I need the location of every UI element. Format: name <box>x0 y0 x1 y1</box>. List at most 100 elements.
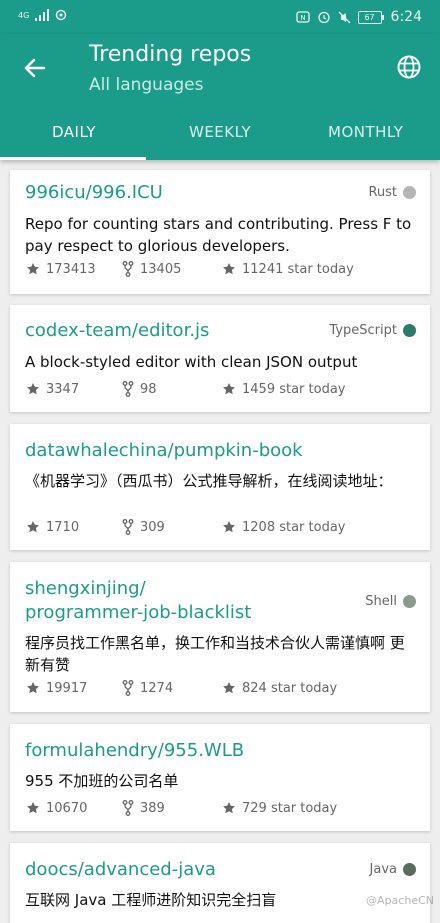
repo-language: Java <box>370 862 416 877</box>
repo-description: 955 不加班的公司名单 <box>25 772 179 790</box>
fork-icon <box>122 261 134 277</box>
language-globe-icon[interactable] <box>396 54 422 80</box>
repo-card[interactable]: doocs/advanced-java Java 互联网 Java 工程师进阶知… <box>10 843 430 923</box>
forks-stat: 389 <box>122 800 222 816</box>
repo-name[interactable]: datawhalechina/pumpkin-book <box>25 439 303 463</box>
repo-name[interactable]: 996icu/996.ICU <box>25 181 163 205</box>
nfc-icon: N <box>295 11 310 23</box>
star-icon <box>223 383 235 395</box>
repo-name[interactable]: codex-team/editor.js <box>25 319 209 343</box>
stars-count: 1710 <box>46 519 80 535</box>
hd-indicator: 4G <box>18 10 30 20</box>
star-icon <box>223 682 235 694</box>
fork-icon <box>122 800 134 816</box>
star-icon <box>27 521 39 533</box>
repo-card[interactable]: codex-team/editor.js TypeScript A block-… <box>10 305 430 412</box>
stars-stat: 1710 <box>26 520 122 535</box>
page-subtitle: All languages <box>89 75 204 95</box>
star-icon <box>223 802 235 814</box>
repo-name[interactable]: formulahendry/955.WLB <box>25 739 244 763</box>
repo-stats: 19917 1274 824 star today <box>26 680 337 696</box>
page-title: Trending repos <box>89 42 252 67</box>
repo-description: 《机器学习》（西瓜书）公式推导解析，在线阅读地址： <box>25 472 393 490</box>
repo-stats: 3347 98 1459 star today <box>26 381 346 397</box>
today-stat: 824 star today <box>222 681 337 696</box>
forks-count: 1274 <box>140 680 174 696</box>
star-icon <box>27 802 39 814</box>
period-tabs: DAILY WEEKLY MONTHLY <box>0 108 440 160</box>
fork-icon <box>122 381 134 397</box>
repo-stats: 173413 13405 11241 star today <box>26 261 354 277</box>
star-icon <box>27 383 39 395</box>
stars-today: 11241 star today <box>242 261 354 277</box>
forks-stat: 98 <box>122 381 222 397</box>
star-icon <box>27 263 39 275</box>
tab-weekly[interactable]: WEEKLY <box>189 123 251 141</box>
today-stat: 1208 star today <box>222 520 346 535</box>
stars-today: 729 star today <box>242 800 338 816</box>
forks-stat: 309 <box>122 519 222 535</box>
repo-language: TypeScript <box>329 323 416 338</box>
language-color-dot <box>403 186 416 199</box>
svg-text:N: N <box>300 14 305 22</box>
language-color-dot <box>403 595 416 608</box>
alarm-icon <box>317 11 330 24</box>
forks-count: 98 <box>140 381 157 397</box>
clock: 6:24 <box>390 9 422 25</box>
repo-card[interactable]: datawhalechina/pumpkin-book 《机器学习》（西瓜书）公… <box>10 424 430 550</box>
tab-daily[interactable]: DAILY <box>52 123 96 141</box>
status-bar: 4G N 67 6:24 <box>0 0 440 34</box>
repo-card[interactable]: 996icu/996.ICU Rust Repo for counting st… <box>10 170 430 294</box>
star-icon <box>27 682 39 694</box>
stars-today: 824 star today <box>242 680 338 696</box>
repo-name[interactable]: shengxinjing/ programmer-job-blacklist <box>25 577 251 625</box>
active-tab-indicator <box>0 157 146 160</box>
today-stat: 729 star today <box>222 801 337 816</box>
forks-count: 389 <box>140 800 165 816</box>
language-label: Java <box>369 862 397 877</box>
app-bar: Trending repos All languages DAILY WEEKL… <box>0 34 440 160</box>
repo-description: A block-styled editor with clean JSON ou… <box>25 353 358 371</box>
stars-today: 1208 star today <box>242 519 346 535</box>
repo-description: 互联网 Java 工程师进阶知识完全扫盲 <box>25 891 277 909</box>
repo-name-owner: shengxinjing/ <box>25 578 146 599</box>
signal-icon <box>35 9 50 21</box>
today-stat: 11241 star today <box>222 262 354 277</box>
star-icon <box>223 521 235 533</box>
stars-today: 1459 star today <box>242 381 346 397</box>
language-color-dot <box>403 863 416 876</box>
repo-stats: 1710 309 1208 star today <box>26 519 346 535</box>
fork-icon <box>122 519 134 535</box>
stars-count: 3347 <box>46 381 80 397</box>
language-label: Rust <box>368 185 397 200</box>
today-stat: 1459 star today <box>222 382 346 397</box>
stars-count: 19917 <box>46 680 88 696</box>
stars-stat: 10670 <box>26 801 122 816</box>
fork-icon <box>122 680 134 696</box>
stars-stat: 19917 <box>26 681 122 696</box>
repo-name[interactable]: doocs/advanced-java <box>25 858 216 882</box>
repo-name-repo: programmer-job-blacklist <box>25 602 252 623</box>
watermark: @ApacheCN <box>366 894 434 907</box>
tab-monthly[interactable]: MONTHLY <box>328 123 403 141</box>
repo-description: Repo for counting stars and contributing… <box>25 215 412 255</box>
repo-card[interactable]: shengxinjing/ programmer-job-blacklist S… <box>10 562 430 712</box>
forks-count: 13405 <box>140 261 182 277</box>
language-label: TypeScript <box>329 323 397 338</box>
repo-language: Shell <box>365 594 416 609</box>
repo-description: 程序员找工作黑名单，换工作和当技术合伙人需谨慎啊 更新有赞 <box>25 634 405 674</box>
stars-stat: 173413 <box>26 262 122 277</box>
repo-stats: 10670 389 729 star today <box>26 800 337 816</box>
sync-icon <box>56 9 67 21</box>
forks-stat: 13405 <box>122 261 222 277</box>
mute-icon <box>338 11 351 23</box>
forks-count: 309 <box>140 519 165 535</box>
repo-language: Rust <box>368 185 416 200</box>
star-icon <box>223 263 235 275</box>
battery-icon: 67 <box>357 10 384 24</box>
repo-card[interactable]: formulahendry/955.WLB 955 不加班的公司名单 10670… <box>10 724 430 831</box>
language-label: Shell <box>365 594 397 609</box>
stars-stat: 3347 <box>26 382 122 397</box>
stars-count: 10670 <box>46 800 88 816</box>
back-arrow-icon[interactable] <box>20 53 50 83</box>
